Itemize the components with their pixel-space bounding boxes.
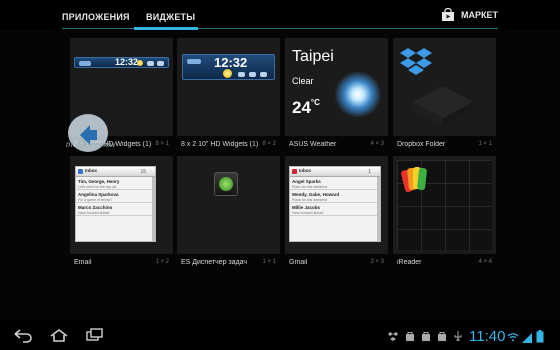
weather-icon bbox=[238, 72, 245, 77]
gmail-account: Inbox bbox=[299, 168, 311, 173]
email-subject: For a game of tennis? bbox=[78, 197, 113, 202]
gmail-icon bbox=[292, 169, 297, 174]
es-task-manager-icon bbox=[214, 172, 238, 196]
email-subject: Let's meet for the sky wk bbox=[78, 184, 117, 189]
back-icon[interactable] bbox=[12, 327, 34, 343]
widget-preview bbox=[177, 156, 280, 254]
tab-apps[interactable]: ПРИЛОЖЕНИЯ bbox=[62, 12, 130, 22]
recent-apps-icon[interactable] bbox=[84, 327, 106, 343]
widget-name: ES Диспетчер задач bbox=[181, 259, 248, 266]
widget-name: Dropbox Folder bbox=[397, 141, 446, 148]
email-scrollbar bbox=[152, 177, 155, 241]
widget-name: 8 x 2 10" HD Widgets (1) bbox=[181, 141, 259, 148]
gmail-count: 1 bbox=[368, 169, 371, 175]
widget-size: 4 × 4 bbox=[478, 259, 492, 265]
tab-widgets[interactable]: ВИДЖЕТЫ bbox=[146, 12, 195, 22]
market-label: МАРКЕТ bbox=[461, 10, 498, 20]
weather-icon bbox=[157, 61, 164, 66]
widget-size: 4 × 3 bbox=[370, 141, 384, 147]
watermark-text: mobile-review bbox=[66, 140, 116, 149]
system-bar: 11:40 bbox=[0, 322, 560, 350]
email-row: Marco Zacchino Have booked ahead bbox=[76, 203, 155, 216]
sun-icon bbox=[223, 69, 232, 78]
weather-icon bbox=[260, 72, 267, 77]
email-row: Angel Sparks Plans for this weekend bbox=[290, 177, 380, 190]
market-button[interactable]: МАРКЕТ bbox=[441, 8, 498, 22]
clock-bar-preview: 12:32 bbox=[74, 57, 169, 68]
weather-city: Taipei bbox=[292, 48, 334, 65]
market-bag-icon bbox=[442, 8, 454, 21]
widget-grid: 12:32 8 x 1 10" HD Widgets (1) 8 × 1 12:… bbox=[0, 30, 560, 320]
widget-name: iReader bbox=[397, 259, 422, 266]
usb-icon[interactable] bbox=[453, 331, 463, 341]
widget-size: 1 × 1 bbox=[478, 141, 492, 147]
email-count: 15 bbox=[140, 169, 146, 175]
email-from: Wendy, Gabe, Howard bbox=[292, 192, 340, 197]
preview-time: 12:32 bbox=[115, 57, 139, 67]
email-from: Angelina Sparkova bbox=[78, 192, 119, 197]
battery-icon bbox=[536, 330, 544, 343]
gmail-header: Inbox 1 bbox=[290, 167, 380, 177]
widget-size: 1 × 2 bbox=[155, 259, 169, 265]
widget-size: 8 × 1 bbox=[155, 141, 169, 147]
market-notification-icon[interactable] bbox=[437, 331, 447, 341]
widget-preview: Inbox 15 Tim, George, Henry Let's meet f… bbox=[70, 156, 173, 254]
widget-name: ASUS Weather bbox=[289, 141, 337, 148]
preview-time: 12:32 bbox=[214, 55, 248, 70]
email-row: Wendy, Gabe, Howard Plans for this weeke… bbox=[290, 190, 380, 203]
widget-preview: Inbox 1 Angel Sparks Plans for this week… bbox=[285, 156, 388, 254]
email-from: Angel Sparks bbox=[292, 179, 321, 184]
status-clock[interactable]: 11:40 bbox=[469, 328, 505, 345]
temperature-value: 24 bbox=[292, 98, 311, 117]
wifi-icon bbox=[507, 333, 519, 342]
sun-icon bbox=[137, 60, 143, 66]
gmail-widget-preview: Inbox 1 Angel Sparks Plans for this week… bbox=[289, 166, 381, 242]
temperature-unit: °C bbox=[310, 98, 320, 107]
widget-preview bbox=[393, 38, 496, 136]
widget-size: 8 × 2 bbox=[262, 141, 276, 147]
email-app-icon bbox=[78, 169, 83, 174]
email-subject: Have booked ahead bbox=[292, 210, 324, 215]
widget-name: Gmail bbox=[289, 259, 308, 266]
dropbox-notification-icon[interactable] bbox=[388, 331, 398, 341]
widget-size: 3 × 3 bbox=[370, 259, 384, 265]
weather-temperature: 24°C bbox=[292, 98, 320, 118]
weather-condition: Clear bbox=[292, 76, 314, 86]
market-notification-icon[interactable] bbox=[405, 331, 415, 341]
widget-preview: Taipei Clear 24°C bbox=[285, 38, 388, 136]
date-icon bbox=[79, 61, 91, 66]
email-row: Angelina Sparkova For a game of tennis? bbox=[76, 190, 155, 203]
email-row: Millie Jacobs Have booked ahead bbox=[290, 203, 380, 216]
email-row: Tim, George, Henry Let's meet for the sk… bbox=[76, 177, 155, 190]
dropbox-icon bbox=[400, 48, 432, 75]
widget-size: 1 × 1 bbox=[262, 259, 276, 265]
email-account: Inbox bbox=[85, 168, 97, 173]
signal-icon bbox=[522, 333, 532, 343]
widget-preview bbox=[393, 156, 496, 254]
email-subject: Have booked ahead bbox=[78, 210, 110, 215]
email-subject: Plans for this weekend bbox=[292, 184, 328, 189]
clock-bar-preview: 12:32 bbox=[182, 54, 275, 80]
email-from: Tim, George, Henry bbox=[78, 179, 120, 184]
market-notification-icon[interactable] bbox=[421, 331, 431, 341]
email-widget-preview: Inbox 15 Tim, George, Henry Let's meet f… bbox=[75, 166, 156, 242]
email-subject: Plans for this weekend bbox=[292, 197, 328, 202]
email-from: Marco Zacchino bbox=[78, 205, 113, 210]
weather-icon bbox=[249, 72, 256, 77]
widget-preview: 12:32 bbox=[177, 38, 280, 136]
email-from: Millie Jacobs bbox=[292, 205, 321, 210]
home-icon[interactable] bbox=[48, 327, 70, 343]
gmail-scrollbar bbox=[377, 177, 380, 241]
widget-name: Email bbox=[74, 259, 92, 266]
email-header: Inbox 15 bbox=[76, 167, 155, 177]
weather-icon bbox=[147, 61, 154, 66]
weather-sun-graphic bbox=[333, 72, 383, 117]
date-icon bbox=[187, 59, 201, 64]
tab-divider bbox=[62, 28, 498, 29]
watermark-logo bbox=[68, 114, 108, 152]
